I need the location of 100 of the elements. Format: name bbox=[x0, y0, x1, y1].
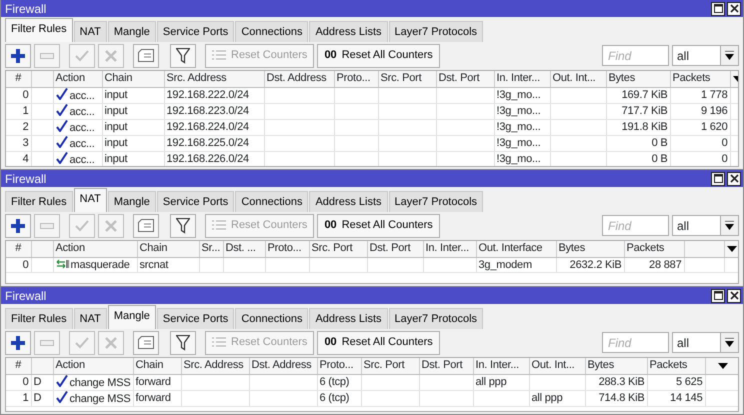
table-cell: 192.168.222.0/24 bbox=[164, 87, 264, 103]
filter-button[interactable] bbox=[170, 44, 196, 68]
action-text: masquerade bbox=[70, 258, 130, 270]
column-header[interactable]: Out. Int... bbox=[529, 358, 585, 374]
maximize-button[interactable] bbox=[711, 2, 725, 16]
find-field[interactable]: Find bbox=[602, 45, 669, 66]
column-header[interactable]: Proto... bbox=[265, 241, 309, 257]
column-header[interactable]: Bytes bbox=[556, 241, 624, 257]
table-cell: 0 B bbox=[606, 151, 670, 166]
column-header[interactable]: Dst. ... bbox=[223, 241, 265, 257]
column-header[interactable]: Proto... bbox=[334, 71, 378, 87]
column-header[interactable]: # bbox=[6, 358, 31, 374]
column-header[interactable]: Action bbox=[53, 71, 102, 87]
tab[interactable]: Layer7 Protocols bbox=[388, 308, 484, 329]
column-header[interactable]: Dst. Port bbox=[419, 358, 473, 374]
column-header[interactable]: Dst. Address bbox=[249, 358, 317, 374]
table-cell: !3g_mo... bbox=[494, 119, 550, 135]
comment-button[interactable] bbox=[133, 44, 159, 68]
filter-button[interactable] bbox=[170, 330, 196, 354]
filter-dropdown[interactable]: all bbox=[672, 332, 739, 353]
tab[interactable]: Service Ports bbox=[156, 21, 234, 42]
tab[interactable]: Layer7 Protocols bbox=[388, 191, 484, 212]
add-button[interactable] bbox=[5, 330, 31, 354]
comment-button[interactable] bbox=[133, 330, 159, 354]
column-header[interactable]: Action bbox=[53, 241, 137, 257]
table-cell: !3g_mo... bbox=[494, 151, 550, 166]
column-header[interactable]: # bbox=[6, 71, 31, 87]
tab[interactable]: Connections bbox=[235, 191, 308, 212]
column-header[interactable]: Packets bbox=[624, 241, 684, 257]
tab[interactable]: Mangle bbox=[108, 191, 156, 212]
tab[interactable]: Address Lists bbox=[309, 191, 388, 212]
column-header[interactable]: Bytes bbox=[606, 71, 670, 87]
column-header[interactable]: Src. Port bbox=[378, 71, 436, 87]
column-header[interactable]: Packets bbox=[670, 71, 730, 87]
tab[interactable]: Filter Rules bbox=[5, 18, 73, 42]
maximize-button[interactable] bbox=[711, 172, 725, 186]
tab[interactable]: Connections bbox=[235, 21, 308, 42]
table-cell: srcnat bbox=[137, 257, 199, 272]
find-field[interactable]: Find bbox=[602, 215, 669, 236]
tab[interactable]: Address Lists bbox=[309, 308, 388, 329]
column-header[interactable]: Chain bbox=[102, 71, 164, 87]
tab[interactable]: Connections bbox=[235, 308, 308, 329]
column-header[interactable]: # bbox=[6, 241, 31, 257]
column-header[interactable]: Chain bbox=[133, 358, 181, 374]
column-header[interactable]: Dst. Port bbox=[436, 71, 494, 87]
close-button[interactable] bbox=[727, 2, 741, 16]
column-header[interactable]: Out. Int... bbox=[550, 71, 606, 87]
maximize-button[interactable] bbox=[711, 288, 725, 302]
tab[interactable]: Mangle bbox=[108, 305, 156, 329]
column-header[interactable]: Bytes bbox=[585, 358, 647, 374]
column-header[interactable]: Dst. Port bbox=[367, 241, 423, 257]
comment-button[interactable] bbox=[133, 214, 159, 238]
table-cell: 714.8 KiB bbox=[585, 390, 647, 406]
column-header[interactable]: Sr... bbox=[199, 241, 223, 257]
column-header[interactable]: Dst. Address bbox=[264, 71, 334, 87]
reset-all-counters-button[interactable]: 00 Reset All Counters bbox=[317, 44, 440, 68]
tab[interactable]: Filter Rules bbox=[5, 191, 73, 212]
check-icon bbox=[56, 136, 68, 148]
close-button[interactable] bbox=[727, 172, 741, 186]
close-button[interactable] bbox=[727, 288, 741, 302]
table-cell: 6 (tcp) bbox=[317, 390, 361, 406]
column-header[interactable]: Src. Address bbox=[164, 71, 264, 87]
table-cell: 192.168.224.0/24 bbox=[164, 119, 264, 135]
tab[interactable]: Service Ports bbox=[156, 308, 234, 329]
column-header[interactable]: Src. Port bbox=[309, 241, 367, 257]
tab[interactable]: Service Ports bbox=[156, 191, 234, 212]
dropdown-arrow-icon bbox=[727, 246, 738, 252]
filter-dropdown[interactable]: all bbox=[672, 45, 739, 66]
tab[interactable]: Mangle bbox=[108, 21, 156, 42]
column-header[interactable]: In. Inter... bbox=[494, 71, 550, 87]
tab[interactable]: Layer7 Protocols bbox=[388, 21, 484, 42]
tab[interactable]: NAT bbox=[74, 21, 107, 42]
add-button[interactable] bbox=[5, 44, 31, 68]
column-header[interactable]: In. Inter... bbox=[423, 241, 476, 257]
action-text: acc... bbox=[70, 122, 95, 134]
table-cell: 1 620 bbox=[670, 119, 730, 135]
reset-all-counters-button[interactable]: 00 Reset All Counters bbox=[317, 214, 440, 238]
column-header[interactable]: Src. Address bbox=[181, 358, 249, 374]
tab[interactable]: NAT bbox=[74, 188, 107, 212]
check-icon bbox=[56, 88, 68, 100]
tab[interactable]: Filter Rules bbox=[5, 308, 73, 329]
table-cell: 14 145 bbox=[647, 390, 705, 406]
column-header[interactable]: Packets bbox=[647, 358, 705, 374]
column-header[interactable]: Out. Interface bbox=[476, 241, 556, 257]
list-icon bbox=[212, 50, 226, 61]
filter-dropdown[interactable]: all bbox=[672, 215, 739, 236]
tab[interactable]: Address Lists bbox=[309, 21, 388, 42]
table-cell: 192.168.225.0/24 bbox=[164, 135, 264, 151]
reset-all-counters-button[interactable]: 00 Reset All Counters bbox=[317, 330, 440, 354]
column-header[interactable]: Src. Port bbox=[361, 358, 419, 374]
table-cell: 0 bbox=[6, 87, 31, 103]
column-header[interactable]: Proto... bbox=[317, 358, 361, 374]
dropdown-arrow-icon bbox=[725, 220, 734, 230]
column-header[interactable]: Chain bbox=[137, 241, 199, 257]
add-button[interactable] bbox=[5, 214, 31, 238]
column-header[interactable]: Action bbox=[53, 358, 133, 374]
filter-button[interactable] bbox=[170, 214, 196, 238]
tab[interactable]: NAT bbox=[74, 308, 107, 329]
column-header[interactable]: In. Inter... bbox=[473, 358, 529, 374]
find-field[interactable]: Find bbox=[602, 332, 669, 353]
